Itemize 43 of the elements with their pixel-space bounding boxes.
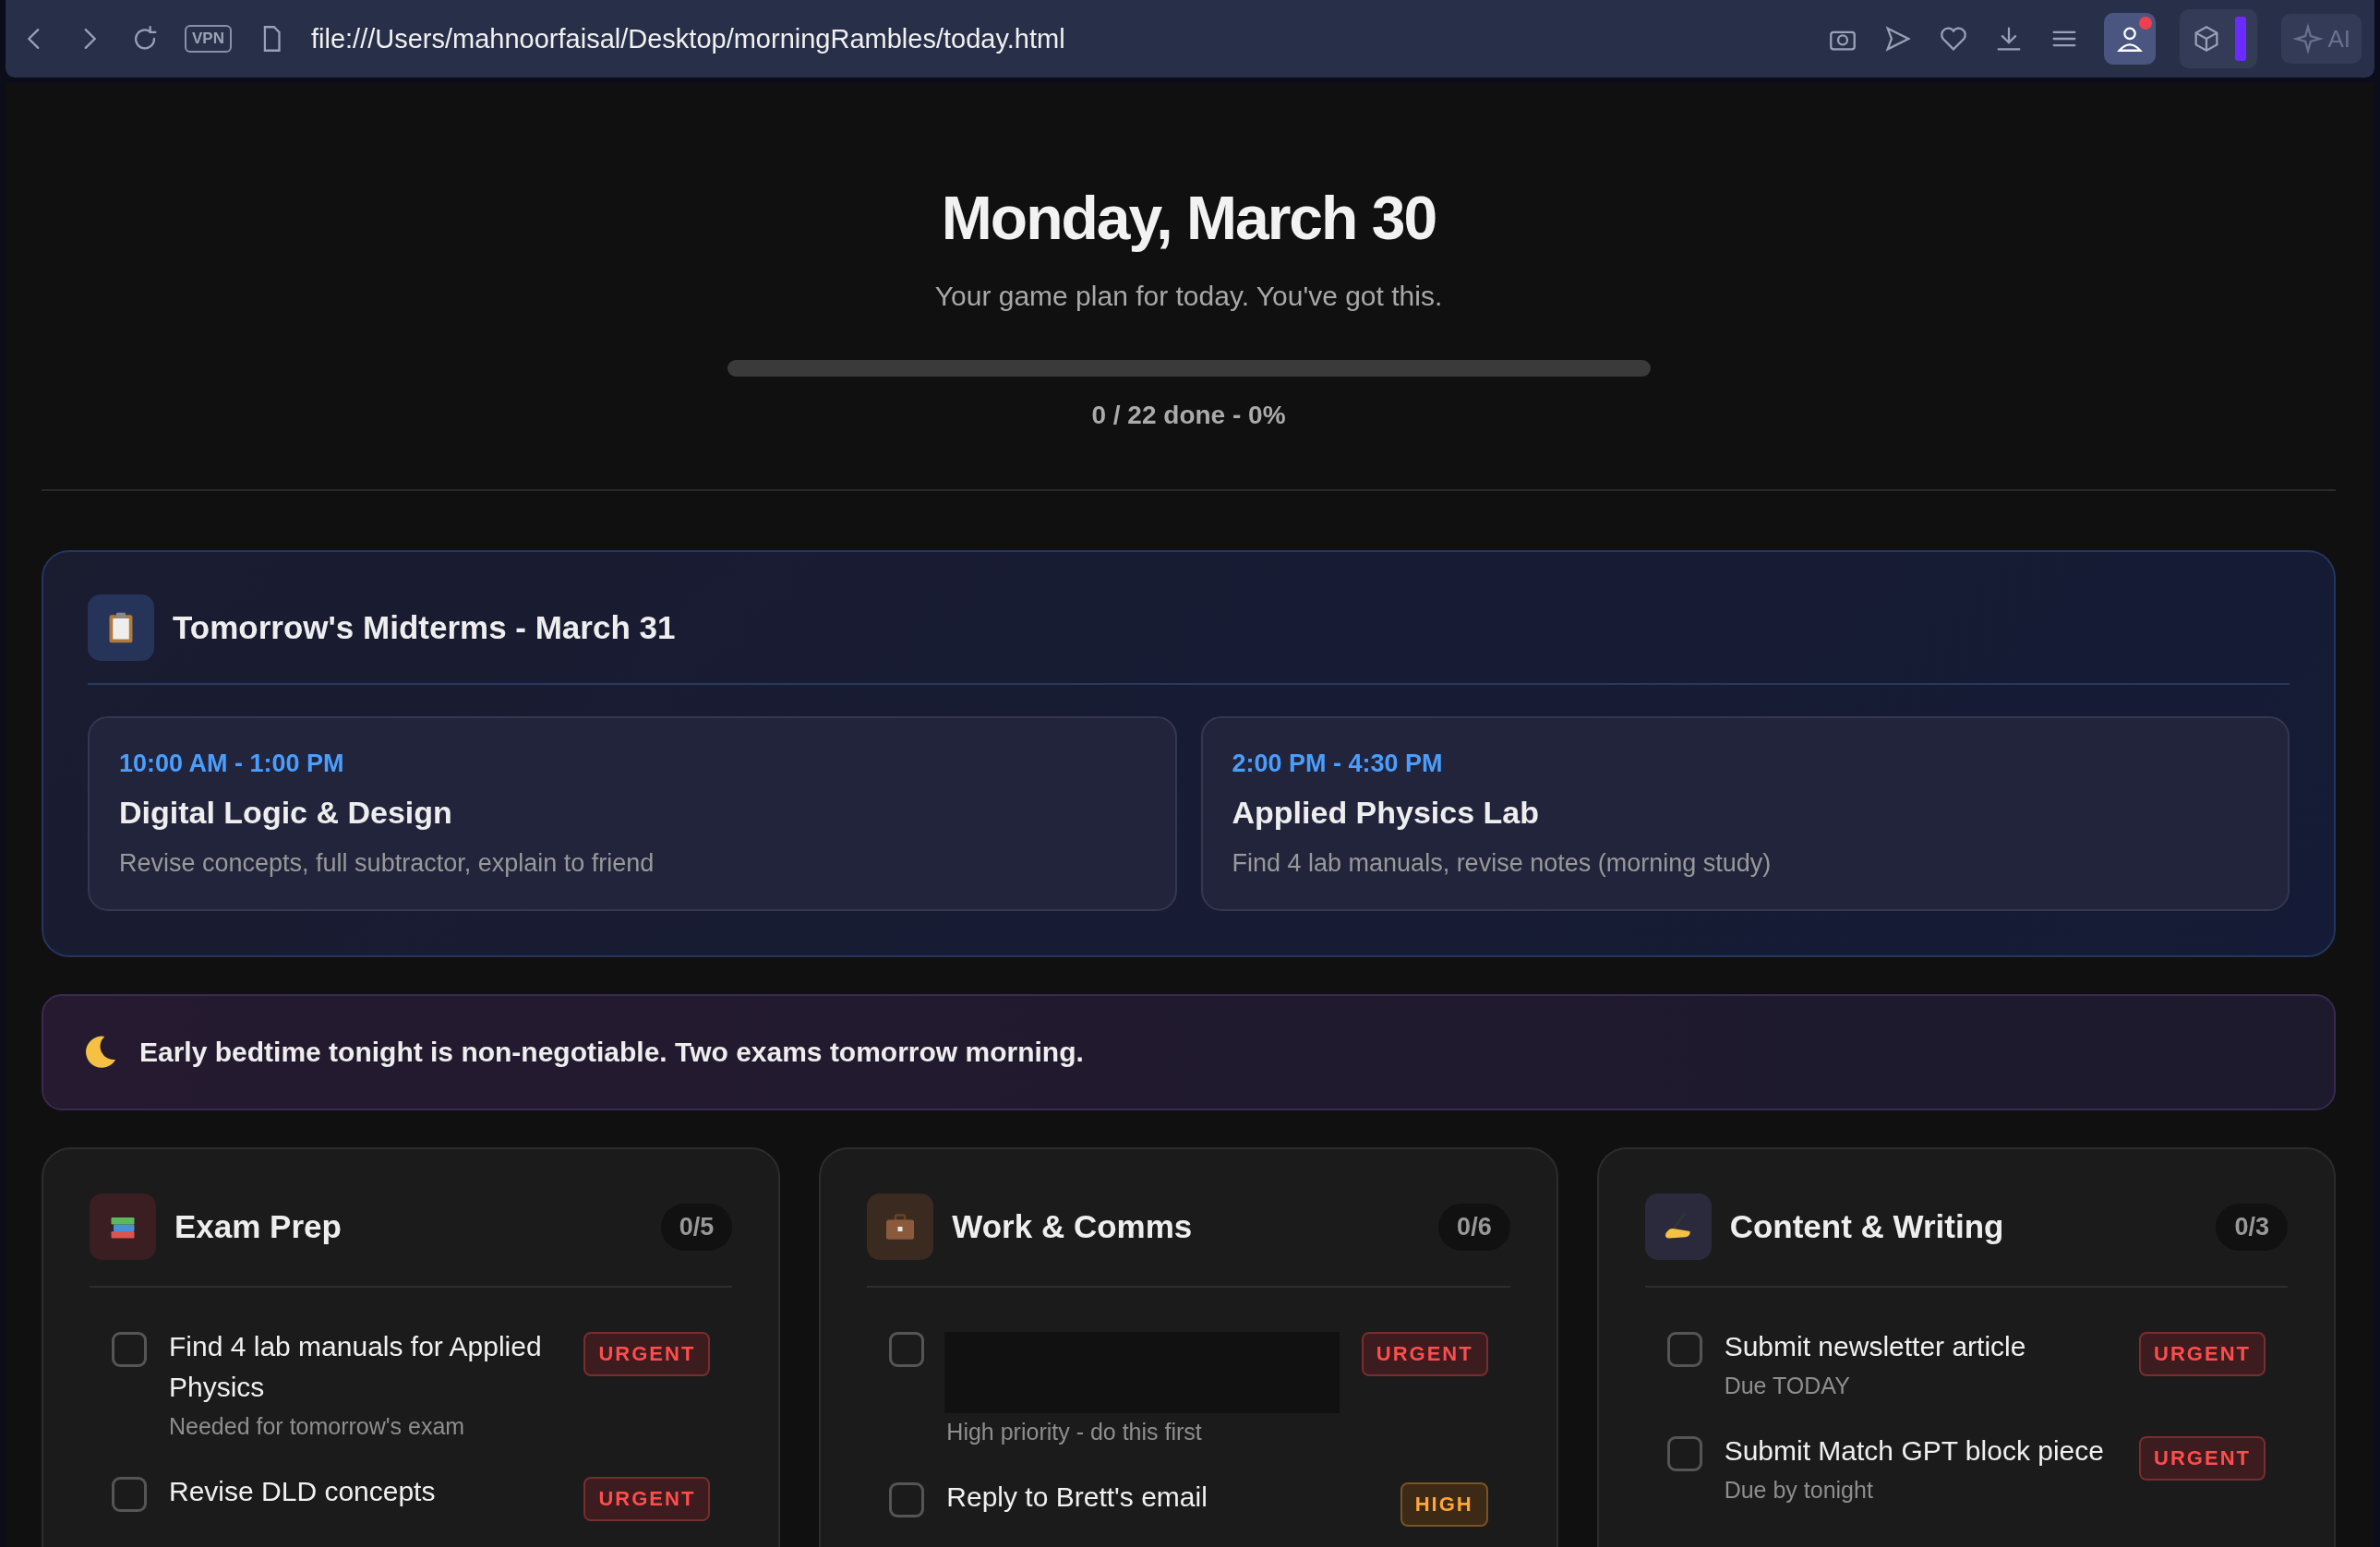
priority-badge: URGENT: [1361, 1332, 1488, 1376]
priority-badge: HIGH: [1400, 1482, 1488, 1527]
page-title: Monday, March 30: [941, 183, 1436, 253]
task-title: Reply to Brett's email: [946, 1481, 1208, 1514]
section-title: Content & Writing: [1729, 1208, 2005, 1245]
priority-badge: URGENT: [583, 1477, 711, 1521]
sidebar-indicator: [2235, 17, 2247, 61]
address-bar[interactable]: file:///Users/mahnoorfaisal/Desktop/morningRambles/today.html: [310, 23, 1804, 54]
task-count: 0/6: [1438, 1203, 1510, 1251]
checkbox[interactable]: [1666, 1332, 1702, 1367]
vpn-badge[interactable]: VPN: [185, 25, 232, 53]
task-title: Submit newsletter article: [1724, 1330, 2027, 1363]
section-title: Work & Comms: [952, 1208, 1194, 1245]
priority-badge: URGENT: [2139, 1436, 2266, 1481]
checkbox[interactable]: [112, 1332, 147, 1367]
section-title: Exam Prep: [174, 1208, 343, 1245]
task-note: Due by tonight: [1724, 1477, 1874, 1504]
task-count: 0/5: [660, 1203, 733, 1251]
checkbox[interactable]: [112, 1477, 147, 1512]
task-title: Find 4 lab manuals for Applied Physics: [169, 1330, 543, 1404]
bedtime-message: Early bedtime tonight is non-negotiable. Two exams tomorrow morning.: [139, 1037, 1084, 1068]
exam-time: 2:00 PM - 4:30 PM: [1232, 750, 1444, 778]
task-title: Revise DLD concepts: [169, 1475, 437, 1508]
exam-name: Applied Physics Lab: [1232, 795, 1541, 831]
profile-button[interactable]: [2104, 13, 2157, 65]
priority-badge: URGENT: [583, 1332, 711, 1376]
checkbox[interactable]: [889, 1332, 925, 1367]
sparkle-icon: [2292, 23, 2325, 54]
task-count: 0/3: [2216, 1203, 2288, 1251]
midterms-title: Tomorrow's Midterms - March 31: [173, 609, 676, 646]
task-note: High priority - do this first: [946, 1419, 1203, 1445]
checkbox[interactable]: [1666, 1436, 1702, 1471]
page-subtitle: Your game plan for today. You've got this.: [934, 281, 1443, 312]
progress-reading: 0 / 22 done - 0%: [1091, 401, 1286, 430]
exam-notes: Revise concepts, full subtractor, explain to friend: [119, 849, 655, 878]
task-note: Needed for tomorrow's exam: [169, 1413, 466, 1440]
exam-name: Digital Logic & Design: [119, 795, 453, 831]
task-title: Submit Match GPT block piece: [1724, 1434, 2105, 1468]
task-note: Due TODAY: [1724, 1373, 1851, 1399]
exam-notes: Find 4 lab manuals, revise notes (morning study): [1232, 849, 1773, 878]
checkbox[interactable]: [889, 1482, 925, 1517]
exam-time: 10:00 AM - 1:00 PM: [119, 750, 345, 778]
priority-badge: URGENT: [2139, 1332, 2266, 1376]
